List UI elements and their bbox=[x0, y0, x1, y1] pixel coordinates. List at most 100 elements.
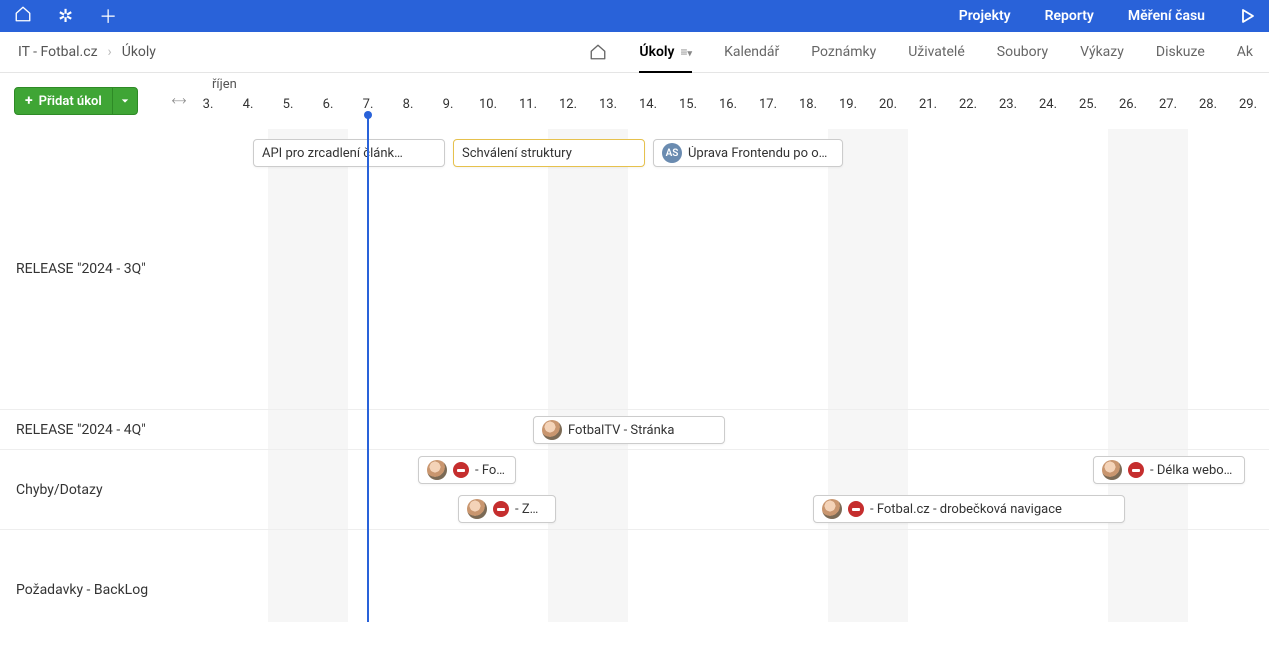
tab-reports[interactable]: Výkazy bbox=[1064, 32, 1140, 72]
today-line bbox=[367, 115, 369, 622]
timeline-day: 4. bbox=[243, 97, 254, 112]
timeline-row[interactable]: FotbalTV - Stránka bbox=[198, 409, 1269, 449]
tab-users[interactable]: Uživatelé bbox=[892, 32, 981, 72]
timeline-day: 11. bbox=[519, 97, 537, 112]
task-title: - Fotb… bbox=[475, 463, 507, 478]
add-task-label: Přidat úkol bbox=[39, 94, 102, 109]
timeline-day: 14. bbox=[639, 97, 657, 112]
menu-reports[interactable]: Reporty bbox=[1045, 8, 1094, 24]
breadcrumb-project[interactable]: IT - Fotbal.cz bbox=[18, 44, 98, 60]
collapse-icon[interactable]: ⤢ bbox=[169, 91, 188, 110]
no-entry-icon bbox=[848, 501, 864, 517]
task-card[interactable]: API pro zrcadlení článk… bbox=[253, 139, 445, 167]
timeline-day: 17. bbox=[759, 97, 777, 112]
avatar: AS bbox=[662, 143, 682, 163]
menu-projects[interactable]: Projekty bbox=[959, 8, 1011, 24]
timeline-day: 27. bbox=[1159, 97, 1177, 112]
topbar: ✲ ＋ Projekty Reporty Měření času bbox=[0, 0, 1269, 32]
timeline-row[interactable]: API pro zrcadlení článk… Schválení strukt… bbox=[198, 129, 1269, 409]
group-label[interactable]: RELEASE "2024 - 3Q" bbox=[0, 129, 198, 409]
plus-icon[interactable]: ＋ bbox=[99, 3, 117, 29]
tab-home[interactable] bbox=[573, 32, 623, 72]
timeline-day: 6. bbox=[323, 97, 334, 112]
plus-icon: + bbox=[25, 93, 33, 109]
timeline-day: 20. bbox=[879, 97, 897, 112]
task-card[interactable]: - Fotbal.cz - drobečková navigace bbox=[813, 495, 1125, 523]
tab-activities[interactable]: Ak bbox=[1221, 32, 1269, 72]
task-card[interactable]: AS Úprava Frontendu po o… bbox=[653, 139, 843, 167]
timeline-day: 15. bbox=[679, 97, 697, 112]
timeline-day: 24. bbox=[1039, 97, 1057, 112]
timeline-day: 23. bbox=[999, 97, 1017, 112]
timeline-month: říjen bbox=[212, 77, 237, 92]
add-task-dropdown[interactable] bbox=[112, 88, 137, 114]
task-title: Schválení struktury bbox=[462, 146, 572, 161]
timeline-day: 10. bbox=[479, 97, 497, 112]
topbar-left-icons: ✲ ＋ bbox=[14, 3, 117, 29]
tab-tasks-label: Úkoly bbox=[639, 44, 674, 60]
play-icon[interactable] bbox=[1239, 8, 1255, 24]
tab-discuss[interactable]: Diskuze bbox=[1140, 32, 1221, 72]
avatar bbox=[1102, 460, 1122, 480]
chevron-right-icon: › bbox=[108, 44, 112, 60]
timeline-day: 29. bbox=[1239, 97, 1257, 112]
task-card[interactable]: Schválení struktury bbox=[453, 139, 645, 167]
timeline-day: 21. bbox=[919, 97, 937, 112]
no-entry-icon bbox=[493, 501, 509, 517]
sidebar-header: + Přidat úkol ⤢ bbox=[0, 73, 198, 129]
breadcrumb-section[interactable]: Úkoly bbox=[122, 44, 156, 60]
tab-tasks[interactable]: Úkoly ≡▾ bbox=[623, 32, 708, 72]
task-title: API pro zrcadlení článk… bbox=[262, 146, 403, 161]
timeline-row[interactable]: - Fotb… - Délka webo… - Změ… - Fotbal.cz - … bbox=[198, 449, 1269, 529]
timeline-day: 22. bbox=[959, 97, 977, 112]
group-label[interactable]: RELEASE "2024 - 4Q" bbox=[0, 409, 198, 449]
breadcrumb: IT - Fotbal.cz › Úkoly bbox=[18, 44, 156, 60]
topbar-menu: Projekty Reporty Měření času bbox=[959, 8, 1255, 24]
timeline-day: 19. bbox=[839, 97, 857, 112]
task-card[interactable]: - Změ… bbox=[458, 495, 556, 523]
timeline-day: 5. bbox=[283, 97, 294, 112]
timeline-day: 13. bbox=[599, 97, 617, 112]
avatar bbox=[822, 499, 842, 519]
tab-notes[interactable]: Poznámky bbox=[795, 32, 892, 72]
home-icon[interactable] bbox=[14, 5, 32, 28]
sort-icon[interactable]: ≡▾ bbox=[681, 45, 693, 59]
timeline-day: 9. bbox=[443, 97, 454, 112]
task-title: - Změ… bbox=[515, 502, 547, 517]
sidebar: + Přidat úkol ⤢ RELEASE "2024 - 3Q"RELEA… bbox=[0, 73, 198, 622]
timeline-day: 25. bbox=[1079, 97, 1097, 112]
subbar: IT - Fotbal.cz › Úkoly Úkoly ≡▾ Kalendář… bbox=[0, 32, 1269, 73]
task-title: FotbalTV - Stránka bbox=[568, 423, 674, 438]
timeline-day: 3. bbox=[203, 97, 214, 112]
task-title: - Délka webo… bbox=[1150, 463, 1232, 478]
task-title: Úprava Frontendu po o… bbox=[688, 146, 827, 161]
group-label[interactable]: Požadavky - BackLog bbox=[0, 529, 198, 649]
task-card[interactable]: - Fotb… bbox=[418, 456, 516, 484]
avatar bbox=[542, 420, 562, 440]
task-card[interactable]: FotbalTV - Stránka bbox=[533, 416, 725, 444]
helm-icon[interactable]: ✲ bbox=[58, 6, 73, 27]
timeline-day: 18. bbox=[799, 97, 817, 112]
menu-timer[interactable]: Měření času bbox=[1128, 8, 1205, 24]
timeline-day: 12. bbox=[559, 97, 577, 112]
today-dot-icon bbox=[364, 111, 372, 119]
no-entry-icon bbox=[1128, 462, 1144, 478]
task-card[interactable]: - Délka webo… bbox=[1093, 456, 1245, 484]
timeline[interactable]: říjen 3.4.5.6.7.8.9.10.11.12.13.14.15.16… bbox=[198, 73, 1269, 622]
add-task-button[interactable]: + Přidat úkol bbox=[14, 87, 138, 115]
group-label[interactable]: Chyby/Dotazy bbox=[0, 449, 198, 529]
timeline-day: 7. bbox=[363, 97, 374, 112]
timeline-day: 8. bbox=[403, 97, 414, 112]
avatar bbox=[467, 499, 487, 519]
timeline-header: říjen 3.4.5.6.7.8.9.10.11.12.13.14.15.16… bbox=[198, 73, 1269, 129]
main: + Přidat úkol ⤢ RELEASE "2024 - 3Q"RELEA… bbox=[0, 73, 1269, 622]
task-title: - Fotbal.cz - drobečková navigace bbox=[870, 502, 1062, 517]
timeline-row[interactable] bbox=[198, 529, 1269, 622]
timeline-day: 26. bbox=[1119, 97, 1137, 112]
timeline-day: 28. bbox=[1199, 97, 1217, 112]
tab-calendar[interactable]: Kalendář bbox=[708, 32, 795, 72]
avatar bbox=[427, 460, 447, 480]
tabs: Úkoly ≡▾ Kalendář Poznámky Uživatelé Sou… bbox=[573, 32, 1269, 72]
tab-files[interactable]: Soubory bbox=[981, 32, 1064, 72]
no-entry-icon bbox=[453, 462, 469, 478]
